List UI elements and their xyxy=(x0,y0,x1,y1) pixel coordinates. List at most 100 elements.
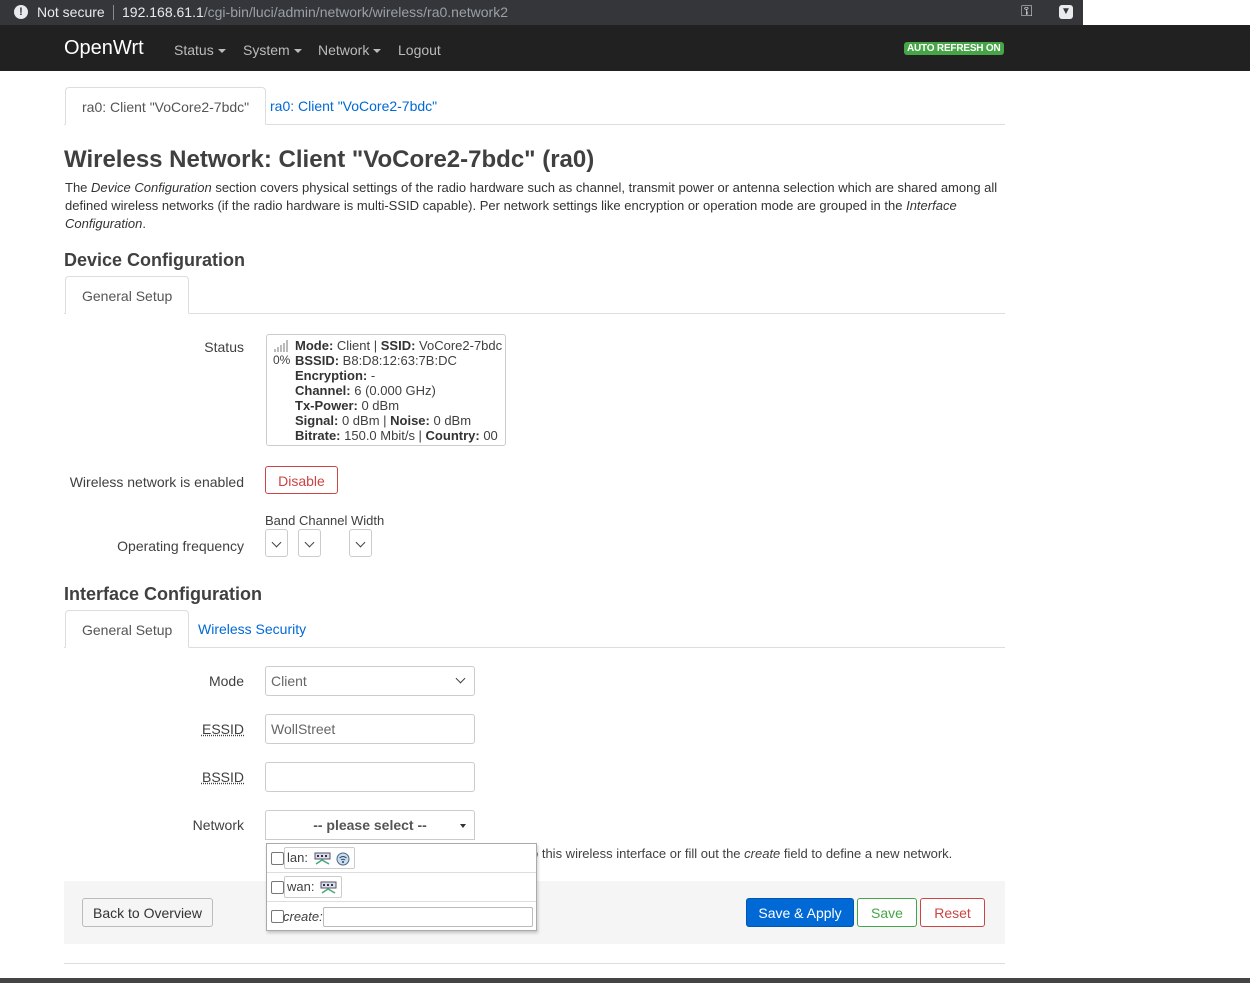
menu-logout[interactable]: Logout xyxy=(398,42,441,58)
info-warning-icon[interactable]: ! xyxy=(14,5,28,19)
interface-config-heading: Interface Configuration xyxy=(64,584,263,604)
dropdown-option-lan[interactable]: lan: xyxy=(267,844,536,873)
url-host: 192.168.61.1 xyxy=(122,4,204,20)
dropdown-option-wan[interactable]: wan: xyxy=(267,873,536,902)
status-value: - xyxy=(367,368,376,383)
mode-select[interactable]: Client xyxy=(265,666,475,696)
tab-ra0-client-1[interactable]: ra0: Client "VoCore2-7bdc" xyxy=(65,87,267,125)
extension-icon[interactable]: ▼ xyxy=(1059,5,1073,19)
width-select[interactable] xyxy=(349,529,372,557)
network-label: Network xyxy=(192,817,244,833)
security-label[interactable]: Not secure xyxy=(37,4,105,20)
desc-part: The xyxy=(65,180,92,195)
disable-button[interactable]: Disable xyxy=(265,466,338,494)
address-separator xyxy=(113,5,114,20)
ethernet-ports-icon xyxy=(314,852,331,865)
mode-label: Mode xyxy=(208,673,244,689)
status-value: 0 dBm xyxy=(429,413,472,428)
bssid-input[interactable] xyxy=(265,762,475,792)
status-key: SSID: xyxy=(380,338,416,353)
network-help-text: o this wireless interface or fill out th… xyxy=(531,846,952,861)
signal-percent: 0% xyxy=(273,353,291,367)
status-key: Bitrate: xyxy=(295,428,341,443)
chevron-down-icon xyxy=(271,537,282,548)
tab-interface-general-setup[interactable]: General Setup xyxy=(65,610,190,648)
status-value: VoCore2-7bdc xyxy=(415,338,503,353)
essid-input[interactable]: WollStreet xyxy=(265,714,475,744)
network-dropdown-placeholder: -- please select -- xyxy=(313,817,427,833)
lan-option-label: lan: xyxy=(287,850,308,865)
caret-down-icon xyxy=(293,49,302,54)
status-line-bitrate: Bitrate: 150.0 Mbit/s | Country: 00 xyxy=(295,428,502,443)
browser-address-bar: ! Not secure 192.168.61.1/cgi-bin/luci/a… xyxy=(0,0,1083,25)
status-line-mode: Mode: Client | SSID: VoCore2-7bdc xyxy=(295,338,502,353)
ethernet-ports-icon xyxy=(320,881,337,894)
desc-emphasis: Device Configuration xyxy=(91,180,212,195)
help-part: field to define a new network. xyxy=(780,846,953,861)
status-details: Mode: Client | SSID: VoCore2-7bdc BSSID:… xyxy=(295,338,502,443)
tab-device-general-setup[interactable]: General Setup xyxy=(65,276,190,314)
help-part: o this wireless interface or fill out th… xyxy=(531,846,745,861)
caret-down-icon xyxy=(460,824,466,828)
operating-frequency-label: Operating frequency xyxy=(117,538,244,554)
mode-select-value: Client xyxy=(271,673,307,689)
device-tabs-divider xyxy=(64,313,1005,314)
back-to-overview-button[interactable]: Back to Overview xyxy=(82,898,213,927)
wifi-icon xyxy=(336,852,350,866)
page-description: The Device Configuration section covers … xyxy=(65,179,1010,233)
channel-select[interactable] xyxy=(298,529,321,557)
caret-down-icon xyxy=(217,49,226,54)
menu-network[interactable]: Network xyxy=(318,42,382,58)
menu-status-label: Status xyxy=(174,42,214,58)
status-label: Status xyxy=(204,339,244,355)
chevron-down-icon xyxy=(455,673,466,684)
menu-network-label: Network xyxy=(318,42,370,58)
lan-checkbox[interactable] xyxy=(271,852,284,865)
status-line-signal: Signal: 0 dBm | Noise: 0 dBm xyxy=(295,413,502,428)
status-key: Channel: xyxy=(295,383,351,398)
wan-checkbox[interactable] xyxy=(271,881,284,894)
status-key: BSSID: xyxy=(295,353,340,368)
signal-strength-icon xyxy=(274,340,288,352)
menu-system-label: System xyxy=(243,42,290,58)
save-apply-button[interactable]: Save & Apply xyxy=(746,898,854,927)
frequency-column-headers: Band Channel Width xyxy=(265,513,385,528)
save-button[interactable]: Save xyxy=(857,898,917,927)
footer-divider xyxy=(64,963,1005,964)
status-value: Client | xyxy=(333,338,381,353)
wireless-status-box: 0% Mode: Client | SSID: VoCore2-7bdc BSS… xyxy=(266,334,506,446)
status-line-channel: Channel: 6 (0.000 GHz) xyxy=(295,383,502,398)
bssid-label: BSSID xyxy=(201,769,244,785)
url-field[interactable]: 192.168.61.1/cgi-bin/luci/admin/network/… xyxy=(122,4,508,20)
desc-part: . xyxy=(142,216,146,231)
url-path: /cgi-bin/luci/admin/network/wireless/ra0… xyxy=(203,4,508,20)
band-select[interactable] xyxy=(265,529,288,557)
status-value: 00 xyxy=(479,428,498,443)
brand-logo[interactable]: OpenWrt xyxy=(64,37,144,60)
reset-button[interactable]: Reset xyxy=(920,898,985,927)
page-title: Wireless Network: Client "VoCore2-7bdc" … xyxy=(64,146,595,173)
lan-network-badge: lan: xyxy=(284,847,355,869)
device-config-heading: Device Configuration xyxy=(64,250,246,270)
tab-wireless-security[interactable]: Wireless Security xyxy=(182,610,322,648)
key-icon[interactable]: ⚿ xyxy=(1021,3,1032,20)
auto-refresh-badge[interactable]: AUTO REFRESH ON xyxy=(904,42,1004,55)
tab-ra0-client-2[interactable]: ra0: Client "VoCore2-7bdc" xyxy=(254,87,453,125)
status-value: 0 dBm | xyxy=(338,413,391,428)
chevron-down-icon xyxy=(355,537,366,548)
wan-option-label: wan: xyxy=(287,879,315,894)
status-value: 150.0 Mbit/s | xyxy=(340,428,426,443)
caret-down-icon xyxy=(373,49,382,54)
menu-system[interactable]: System xyxy=(243,42,302,58)
wireless-enabled-label: Wireless network is enabled xyxy=(69,474,244,490)
status-key: Signal: xyxy=(295,413,339,428)
wan-network-badge: wan: xyxy=(284,876,342,898)
status-value: B8:D8:12:63:7B:DC xyxy=(339,353,457,368)
status-key: Tx-Power: xyxy=(295,398,358,413)
network-dropdown-list: lan: wan: create: xyxy=(266,843,537,931)
menu-status[interactable]: Status xyxy=(174,42,226,58)
create-network-input[interactable] xyxy=(323,907,533,927)
status-key: Mode: xyxy=(295,338,334,353)
network-dropdown[interactable]: -- please select -- xyxy=(265,810,475,840)
top-navbar: OpenWrt Status System Network Logout AUT… xyxy=(0,25,1250,71)
